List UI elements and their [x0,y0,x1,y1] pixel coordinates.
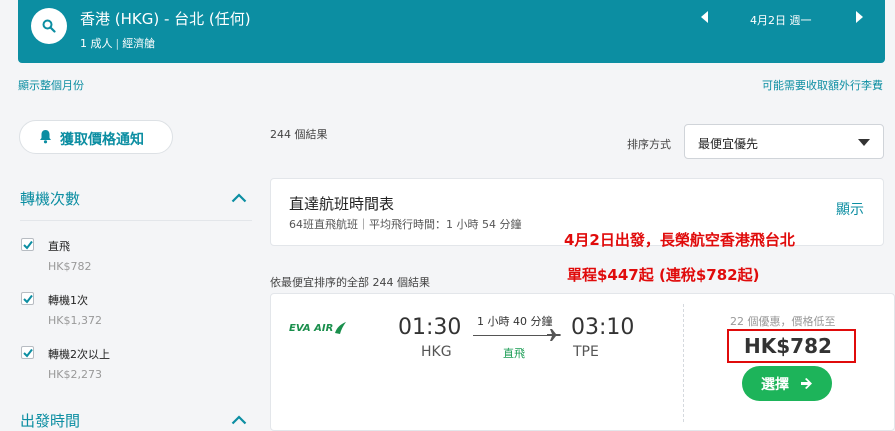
caret-down-icon [858,139,870,146]
price-highlight-box: HK$782 [727,329,856,363]
triangle-left-icon [701,11,708,23]
select-button-label: 選擇 [761,377,789,393]
price-alert-button[interactable]: 獲取價格通知 [19,120,173,154]
checkmark-icon [23,348,33,358]
sort-value: 最便宜優先 [698,137,759,151]
search-icon [42,19,56,33]
search-summary-bar[interactable]: 香港 (HKG) - 台北 (任何) 1 成人 | 經濟艙 4月2日 週一 [18,0,885,63]
baggage-fees-link[interactable]: 可能需要收取額外行李費 [762,77,883,93]
route-line [473,335,555,336]
annotation-line-1: 4月2日出發，長榮航空香港飛台北 [564,231,795,249]
select-flight-button[interactable]: 選擇 [742,366,832,401]
annotation-line-2: 單程$447起 (連稅$782起) [567,266,760,284]
triangle-right-icon [856,11,863,23]
arrival-time: 03:10 [571,315,635,340]
departure-airport: HKG [421,344,452,360]
stops-tag: 直飛 [503,347,525,360]
flight-result-card[interactable]: EVA AIR 01:30 HKG 1 小時 40 分鐘 直飛 03:10 TP… [270,293,895,431]
results-count: 244 個結果 [270,128,328,141]
departure-time: 01:30 [398,315,462,340]
divider [683,304,684,422]
checkmark-icon [23,240,33,250]
airline-name: EVA AIR [289,323,334,334]
stops-checkbox-two-plus[interactable] [21,346,34,359]
stop-option-price: HK$1,372 [48,314,102,327]
stop-option-price: HK$782 [48,260,92,273]
departure-time-filter-title[interactable]: 出發時間 [20,410,80,431]
eva-logo-icon [335,322,346,334]
stop-option-label[interactable]: 轉機2次以上 [48,346,110,362]
airline-logo: EVA AIR [289,322,346,334]
price-alert-label: 獲取價格通知 [60,132,144,148]
route-title: 香港 (HKG) - 台北 (任何) [80,10,251,28]
direct-schedule-title: 直達航班時間表 [289,195,395,213]
chevron-up-icon[interactable] [231,415,247,425]
stop-option-price: HK$2,273 [48,368,102,381]
stops-checkbox-one[interactable] [21,292,34,305]
direct-schedule-summary: 64班直飛航班｜平均飛行時間：1 小時 54 分鐘 [289,218,522,231]
arrow-right-icon [801,378,812,389]
all-results-label: 依最便宜排序的全部 244 個結果 [270,276,430,289]
stops-filter-title[interactable]: 轉機次數 [20,188,80,209]
show-schedule-link[interactable]: 顯示 [836,199,864,219]
next-date-button[interactable] [855,11,863,26]
divider [20,220,252,221]
search-button[interactable] [31,8,67,44]
sort-dropdown[interactable]: 最便宜優先 [684,124,884,159]
passenger-count: 1 成人 [80,37,113,50]
separator: | [115,37,120,50]
sort-label: 排序方式 [627,138,671,151]
flight-price: HK$782 [744,334,832,358]
selected-date[interactable]: 4月2日 週一 [750,12,812,28]
arrival-airport: TPE [573,344,599,360]
stops-checkbox-direct[interactable] [21,238,34,251]
prev-date-button[interactable] [701,11,709,26]
deals-count: 22 個優惠，價格低至 [730,315,836,328]
bell-icon [40,130,51,144]
checkmark-icon [23,294,33,304]
flight-duration: 1 小時 40 分鐘 [477,315,553,328]
airplane-icon [547,329,561,341]
trip-details: 1 成人 | 經濟艙 [80,35,155,51]
show-month-link[interactable]: 顯示整個月份 [18,77,84,93]
stop-option-label[interactable]: 直飛 [48,238,70,254]
stop-option-label[interactable]: 轉機1次 [48,292,88,308]
chevron-up-icon[interactable] [231,193,247,203]
cabin-class: 經濟艙 [122,37,156,50]
